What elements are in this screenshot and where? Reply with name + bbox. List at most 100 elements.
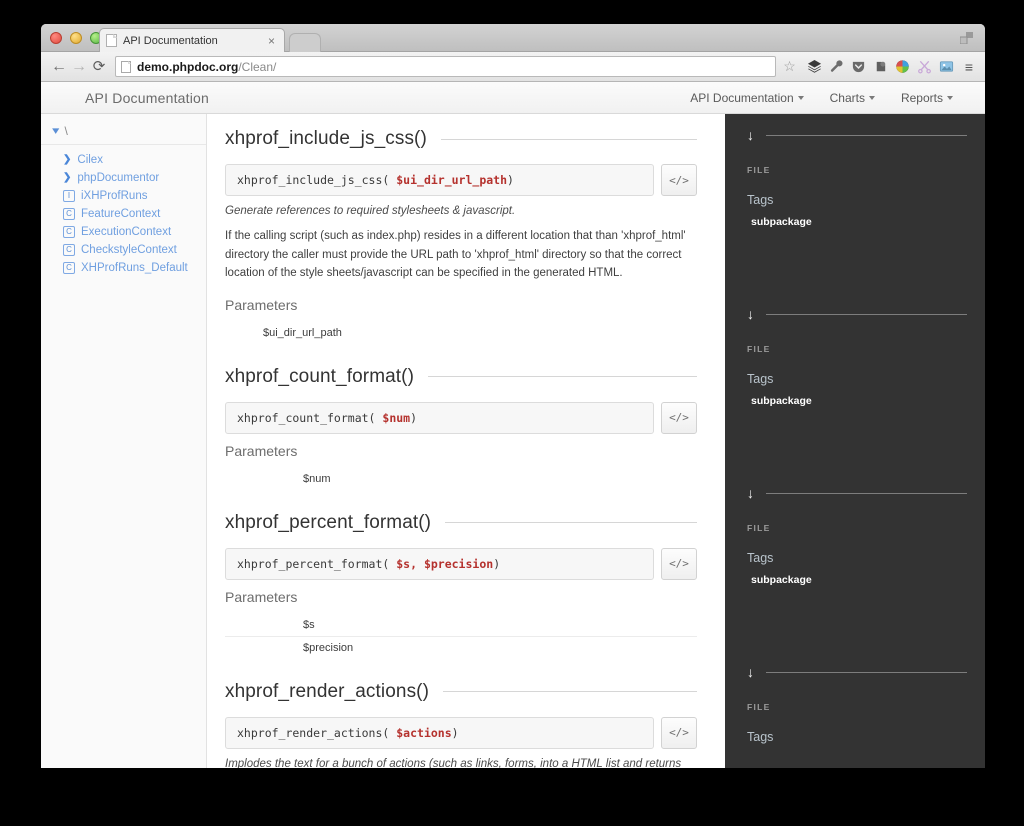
tag-value[interactable]: subpackage	[725, 386, 985, 407]
class-badge-icon: C	[63, 226, 75, 238]
function-title: xhprof_include_js_css()	[225, 128, 427, 150]
file-label: FILE	[725, 502, 985, 533]
signature-args: $actions	[396, 726, 451, 740]
chevron-right-icon[interactable]: ❯	[63, 155, 71, 165]
sidebar-item-ixhprofruns[interactable]: I iXHProfRuns	[41, 187, 206, 205]
back-icon[interactable]: ←	[49, 59, 69, 75]
function-section: xhprof_render_actions() xhprof_render_ac…	[225, 681, 697, 768]
function-heading: xhprof_render_actions()	[225, 681, 697, 703]
function-heading: xhprof_count_format()	[225, 366, 697, 388]
class-badge-icon: C	[63, 262, 75, 274]
screenshot-icon[interactable]	[937, 57, 956, 76]
signature-tail: )	[452, 726, 459, 740]
parameter-row: $num	[225, 468, 697, 490]
app-nav: API Documentation Charts Reports	[690, 91, 985, 105]
close-window-button[interactable]	[50, 32, 62, 44]
sidebar-item-label: CheckstyleContext	[81, 244, 177, 256]
tag-value[interactable]: subpackage	[725, 565, 985, 586]
forward-icon[interactable]: →	[69, 59, 89, 75]
url-path: /Clean/	[238, 60, 276, 74]
bookmark-star-icon[interactable]: ☆	[778, 58, 801, 75]
scissors-icon[interactable]	[915, 57, 934, 76]
new-tab-button[interactable]	[289, 33, 321, 52]
minimize-window-button[interactable]	[70, 32, 82, 44]
nav-item-api-documentation[interactable]: API Documentation	[690, 91, 803, 105]
page-info-icon[interactable]	[121, 61, 131, 73]
app-brand[interactable]: API Documentation	[41, 90, 209, 106]
page-icon	[106, 34, 117, 47]
color-circle-icon[interactable]	[893, 57, 912, 76]
file-label: FILE	[725, 681, 985, 712]
reload-icon[interactable]: ⟳	[89, 59, 109, 74]
arrow-down-icon[interactable]: ↓	[747, 665, 754, 679]
block-rule	[766, 672, 967, 673]
sidebar-item-label: ExecutionContext	[81, 226, 171, 238]
arrow-down-icon[interactable]: ↓	[747, 128, 754, 142]
address-bar[interactable]: demo.phpdoc.org/Clean/	[115, 56, 776, 77]
block-header[interactable]: ↓	[725, 484, 985, 502]
nav-item-label: Charts	[830, 91, 865, 105]
signature-row: xhprof_render_actions( $actions) </>	[225, 717, 697, 749]
sidebar-item-label: XHProfRuns_Default	[81, 262, 188, 274]
chevron-right-icon[interactable]: ❯	[63, 173, 71, 183]
chevron-down-icon	[798, 96, 804, 100]
sidebar-item-phpdocumentor[interactable]: ❯ phpDocumentor	[41, 169, 206, 187]
browser-tab[interactable]: API Documentation ×	[99, 28, 285, 52]
file-info-sidebar: ↓ FILE Tags subpackage ↓ FILE Tags subpa…	[725, 114, 985, 768]
tags-label: Tags	[725, 712, 985, 744]
view-source-button[interactable]: </>	[661, 402, 697, 434]
evernote-icon[interactable]	[871, 57, 890, 76]
tree-root[interactable]: ▾ \	[41, 124, 206, 145]
class-badge-icon: C	[63, 244, 75, 256]
nav-item-reports[interactable]: Reports	[901, 91, 953, 105]
browser-menu-icon[interactable]: ≡	[959, 59, 977, 75]
signature-tail: )	[507, 173, 514, 187]
view-source-button[interactable]: </>	[661, 164, 697, 196]
signature-tail: )	[493, 557, 500, 571]
block-header[interactable]: ↓	[725, 305, 985, 323]
signature-args: $ui_dir_url_path	[396, 173, 507, 187]
tags-label: Tags	[725, 354, 985, 386]
tag-value[interactable]: subpackage	[725, 207, 985, 228]
signature-row: xhprof_percent_format( $s, $precision) <…	[225, 548, 697, 580]
file-info-block: ↓ FILE Tags subpackage	[725, 407, 985, 586]
wrench-icon[interactable]	[827, 57, 846, 76]
sidebar-item-checkstylecontext[interactable]: C CheckstyleContext	[41, 241, 206, 259]
layers-icon[interactable]	[805, 57, 824, 76]
signature-name: xhprof_include_js_css(	[237, 173, 396, 187]
arrow-down-icon[interactable]: ↓	[747, 486, 754, 500]
sidebar-item-executioncontext[interactable]: C ExecutionContext	[41, 223, 206, 241]
nav-item-label: Reports	[901, 91, 943, 105]
sidebar-item-label: iXHProfRuns	[81, 190, 147, 202]
signature-tail: )	[410, 411, 417, 425]
block-header[interactable]: ↓	[725, 126, 985, 144]
chevron-down-icon[interactable]: ▾	[52, 126, 59, 137]
sidebar-item-xhprofruns-default[interactable]: C XHProfRuns_Default	[41, 259, 206, 277]
maximize-window-icon[interactable]	[960, 32, 973, 44]
function-section: xhprof_count_format() xhprof_count_forma…	[225, 366, 697, 490]
sidebar-item-cilex[interactable]: ❯ Cilex	[41, 151, 206, 169]
nav-item-charts[interactable]: Charts	[830, 91, 875, 105]
function-signature: xhprof_percent_format( $s, $precision)	[225, 548, 654, 580]
window-traffic-lights	[50, 32, 102, 44]
file-info-block: ↓ FILE Tags subpackage	[725, 114, 985, 228]
tags-label: Tags	[725, 175, 985, 207]
close-tab-icon[interactable]: ×	[265, 35, 278, 47]
heading-rule	[441, 139, 697, 140]
block-header[interactable]: ↓	[725, 663, 985, 681]
class-badge-icon: C	[63, 208, 75, 220]
parameters-heading: Parameters	[225, 589, 697, 605]
sidebar-item-label: phpDocumentor	[77, 172, 159, 184]
browser-tab-strip: API Documentation ×	[41, 24, 985, 52]
arrow-down-icon[interactable]: ↓	[747, 307, 754, 321]
view-source-button[interactable]: </>	[661, 548, 697, 580]
sidebar-item-featurecontext[interactable]: C FeatureContext	[41, 205, 206, 223]
block-rule	[766, 314, 967, 315]
function-title: xhprof_render_actions()	[225, 681, 429, 703]
view-source-button[interactable]: </>	[661, 717, 697, 749]
function-signature: xhprof_render_actions( $actions)	[225, 717, 654, 749]
pocket-shield-icon[interactable]	[849, 57, 868, 76]
signature-args: $s, $precision	[396, 557, 493, 571]
function-description: If the calling script (such as index.php…	[225, 227, 697, 283]
function-signature: xhprof_include_js_css( $ui_dir_url_path)	[225, 164, 654, 196]
